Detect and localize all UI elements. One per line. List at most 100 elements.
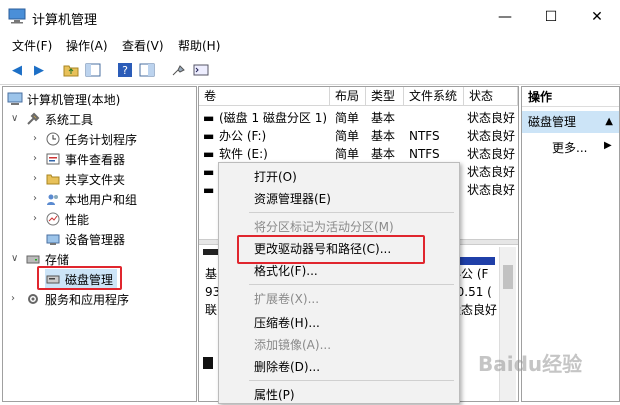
column-header-filesystem[interactable]: 文件系统 [404,87,464,106]
properties-pane-icon[interactable] [138,61,156,79]
performance-icon [45,211,61,227]
tree-label-root: 计算机管理(本地) [27,92,121,107]
navigation-tree: 计算机管理(本地) ∨ 系统工具 › 任务计划程序 › 事件查看器 › 共享文件… [2,86,197,402]
expand-chevron-icon[interactable]: › [11,293,15,304]
back-arrow-icon[interactable]: ◀ [8,61,26,79]
menu-separator [249,284,454,285]
column-header-status[interactable]: 状态 [464,87,518,106]
vertical-scrollbar[interactable] [499,247,516,401]
forward-arrow-icon[interactable]: ▶ [30,61,48,79]
clock-icon [45,131,61,147]
menu-file[interactable]: 文件(F) [12,37,52,54]
collapse-chevron-icon[interactable]: ∨ [11,113,18,124]
expand-chevron-icon[interactable]: › [33,173,37,184]
tree-label-services-apps: 服务和应用程序 [45,292,130,307]
column-header-volume[interactable]: 卷 [199,87,330,106]
drive-icon: ▬ [203,165,215,179]
volume-type: 基本 [371,111,396,125]
tree-label-storage: 存储 [45,252,70,267]
expand-chevron-icon[interactable]: › [33,213,37,224]
menu-view[interactable]: 查看(V) [122,37,164,54]
svg-text:?: ? [122,64,128,77]
tree-label-task-scheduler: 任务计划程序 [65,132,138,147]
context-menu: 打开(O) 资源管理器(E) 将分区标记为活动分区(M) 更改驱动器号和路径(C… [218,162,460,404]
menu-item-explorer[interactable]: 资源管理器(E) [254,189,331,209]
tree-item-system-tools[interactable]: 系统工具 [25,109,93,129]
device-manager-icon [45,231,61,247]
tree-item-performance[interactable]: 性能 [45,209,89,229]
services-icon [25,291,41,307]
more-actions-label: 更多... [552,141,588,155]
tree-item-shared-folders[interactable]: 共享文件夹 [45,169,125,189]
title-bar: 计算机管理 — ☐ ✕ [0,0,620,34]
tree-label-device-manager: 设备管理器 [65,232,126,247]
menu-item-open[interactable]: 打开(O) [254,167,297,187]
menu-item-delete-volume[interactable]: 删除卷(D)... [254,357,320,377]
computer-management-icon [8,8,26,24]
drive-icon: ▬ [203,111,215,125]
expand-chevron-icon[interactable]: › [33,133,37,144]
menu-separator [249,212,454,213]
storage-icon [25,251,41,267]
highlight-box [37,266,122,290]
menu-item-extend-volume: 扩展卷(X)... [254,292,320,306]
window-title: 计算机管理 [32,13,98,28]
minimize-button[interactable]: — [482,0,528,34]
menu-item-shrink-volume[interactable]: 压缩卷(H)... [254,313,320,333]
drive-icon: ▬ [203,129,215,143]
column-header-layout[interactable]: 布局 [330,87,366,106]
drive-icon: ▬ [203,183,215,197]
volume-layout: 简单 [335,147,360,161]
volume-status: 状态良好 [467,183,516,197]
users-icon [45,191,61,207]
console-icon[interactable] [192,61,210,79]
legend-swatch [203,357,213,369]
tools-icon [25,111,41,127]
expand-chevron-icon[interactable]: › [33,193,37,204]
menu-item-properties[interactable]: 属性(P) [254,385,295,405]
menu-action[interactable]: 操作(A) [66,37,108,54]
collapse-triangle-icon[interactable]: ▲ [605,111,613,133]
volume-status: 状态良好 [467,129,516,143]
tree-item-event-viewer[interactable]: 事件查看器 [45,149,125,169]
volume-fs: NTFS [409,129,440,143]
baidu-watermark: Baidu经验 [478,352,583,376]
close-button[interactable]: ✕ [574,0,620,34]
submenu-arrow-icon[interactable]: ▶ [604,140,612,151]
tree-item-task-scheduler[interactable]: 任务计划程序 [45,129,137,149]
volume-fs: NTFS [409,147,440,161]
tree-item-local-users[interactable]: 本地用户和组 [45,189,137,209]
maximize-button[interactable]: ☐ [528,0,574,34]
tree-item-device-manager[interactable]: 设备管理器 [45,229,125,249]
collapse-chevron-icon[interactable]: ∨ [11,253,18,264]
tree-item-root[interactable]: 计算机管理(本地) [7,89,120,109]
more-actions-link[interactable]: 更多... [552,139,587,157]
connect-icon[interactable] [170,61,188,79]
volume-status: 状态良好 [467,111,516,125]
highlight-box [237,235,425,264]
help-icon[interactable]: ? [116,61,134,79]
scrollbar-thumb[interactable] [503,265,513,289]
computer-icon [7,91,23,107]
volume-type: 基本 [371,147,396,161]
tree-label-local-users: 本地用户和组 [65,192,138,207]
expand-chevron-icon[interactable]: › [33,153,37,164]
column-header-type[interactable]: 类型 [366,87,404,106]
actions-section-disk-management[interactable]: 磁盘管理 ▲ [522,111,619,133]
drive-icon: ▬ [203,147,215,161]
up-folder-icon[interactable] [62,61,80,79]
tree-label-performance: 性能 [65,212,90,227]
show-tree-icon[interactable] [84,61,102,79]
tree-label-shared-folders: 共享文件夹 [65,172,126,187]
disk-label-1: 基 [205,267,218,281]
tree-item-services-apps[interactable]: 服务和应用程序 [25,289,129,309]
menu-item-format[interactable]: 格式化(F)... [254,261,318,281]
volume-status: 状态良好 [467,165,516,179]
menu-item-mark-active: 将分区标记为活动分区(M) [254,220,394,234]
menu-separator [249,380,454,381]
menu-help[interactable]: 帮助(H) [178,37,220,54]
disk-label-3: 联 [205,303,218,317]
volume-type: 基本 [371,129,396,143]
event-viewer-icon [45,151,61,167]
tree-label-system-tools: 系统工具 [45,112,94,127]
